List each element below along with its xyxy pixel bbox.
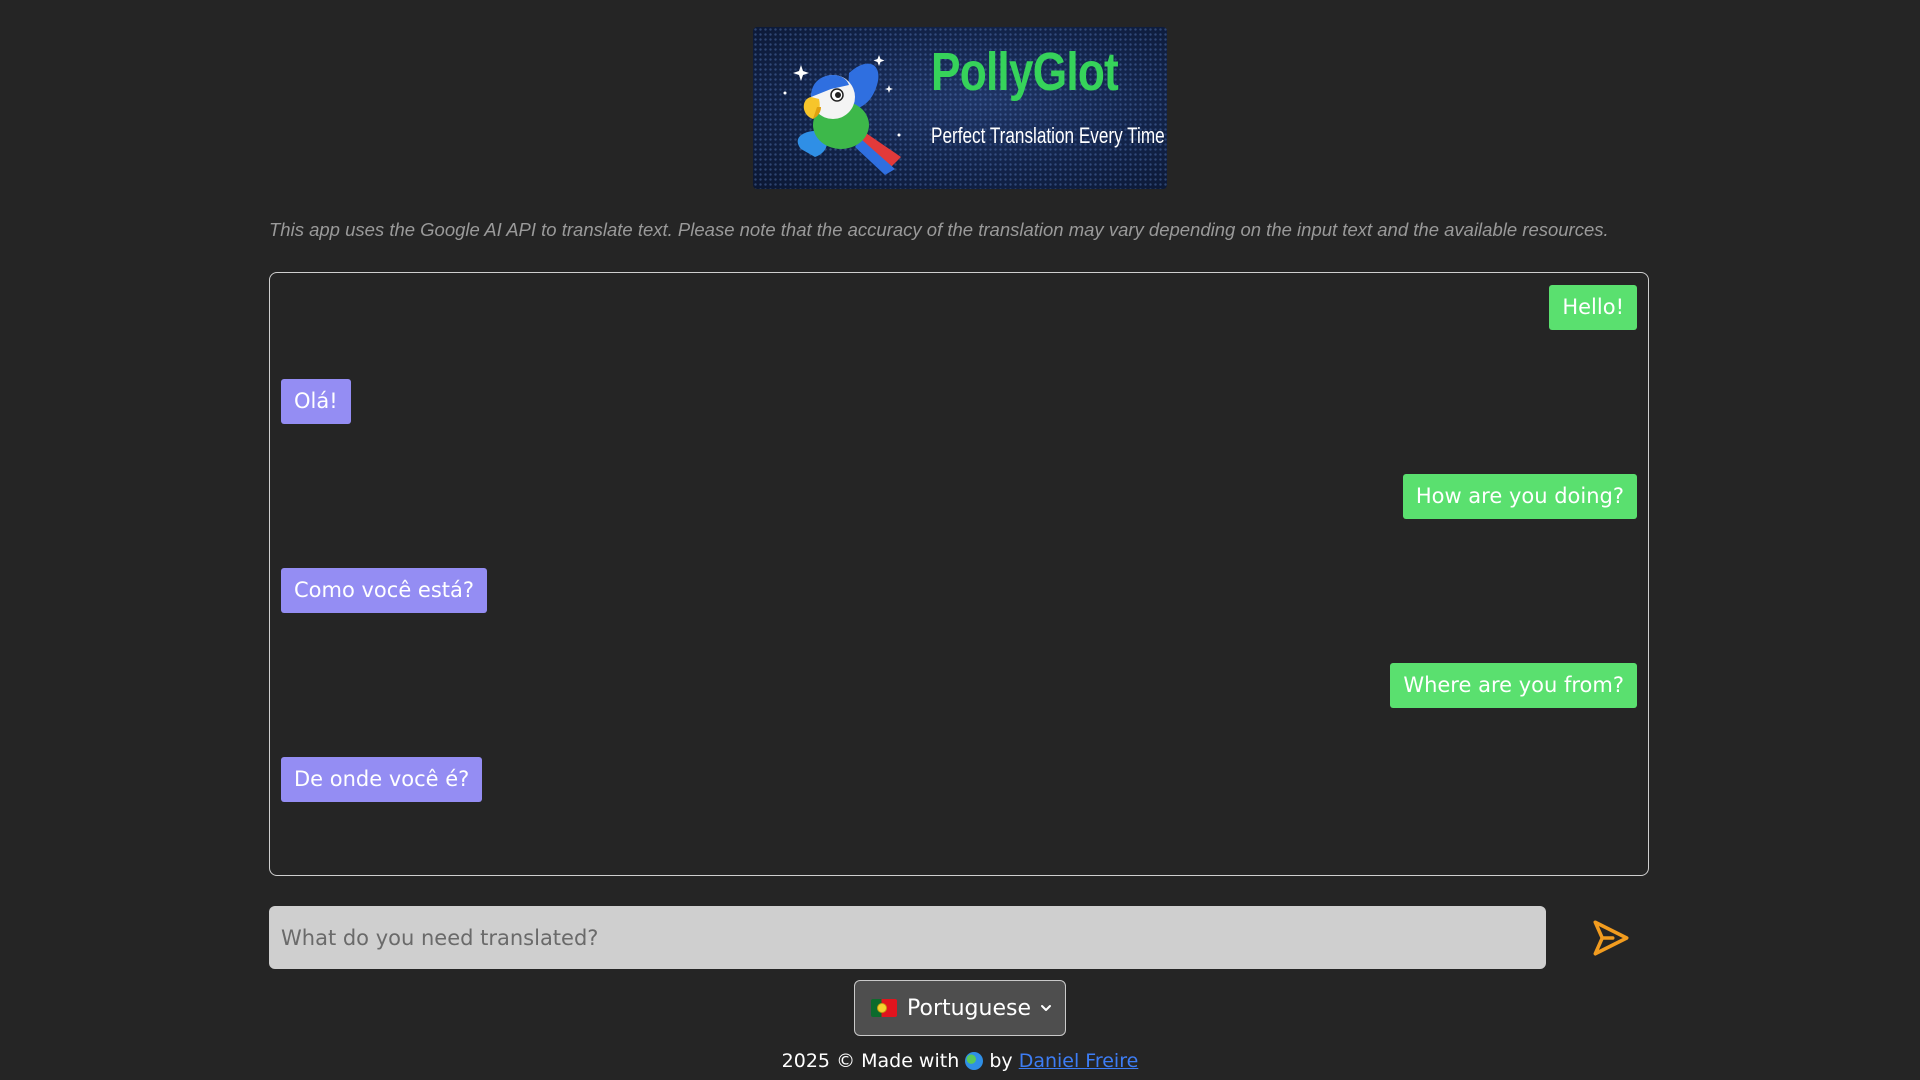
chevron-down-icon — [1041, 1005, 1051, 1011]
footer-copyright: 2025 © Made with — [781, 1050, 960, 1072]
api-disclaimer-text: This app uses the Google AI API to trans… — [269, 219, 1609, 240]
language-select[interactable]: Portuguese — [854, 980, 1066, 1036]
user-message-bubble: Where are you from? — [1390, 663, 1637, 708]
globe-icon — [965, 1052, 984, 1070]
logo-tagline: Perfect Translation Every Time — [931, 123, 1165, 148]
language-select-value: Portuguese — [907, 995, 1031, 1021]
translation-message-bubble: Olá! — [281, 379, 351, 424]
translation-message-bubble: De onde você é? — [281, 757, 483, 802]
pollyglot-logo-banner: PollyGlot Perfect Translation Every Time — [753, 27, 1167, 189]
send-icon[interactable] — [1590, 917, 1632, 959]
portugal-flag-icon — [871, 999, 897, 1017]
author-link[interactable]: Daniel Freire — [1019, 1050, 1139, 1072]
chat-window[interactable]: Hello! Olá! How are you doing? Como você… — [269, 272, 1649, 876]
translation-input[interactable] — [269, 906, 1546, 969]
user-message-bubble: How are you doing? — [1402, 474, 1637, 519]
translation-message-bubble: Como você está? — [281, 568, 488, 613]
logo-title: PollyGlot — [931, 42, 1119, 102]
footer: 2025 © Made with by Daniel Freire — [0, 1050, 1920, 1072]
app-root: PollyGlot Perfect Translation Every Time… — [0, 0, 1920, 1080]
footer-by: by — [989, 1050, 1013, 1072]
parrot-icon — [783, 55, 901, 175]
user-message-bubble: Hello! — [1549, 285, 1637, 330]
